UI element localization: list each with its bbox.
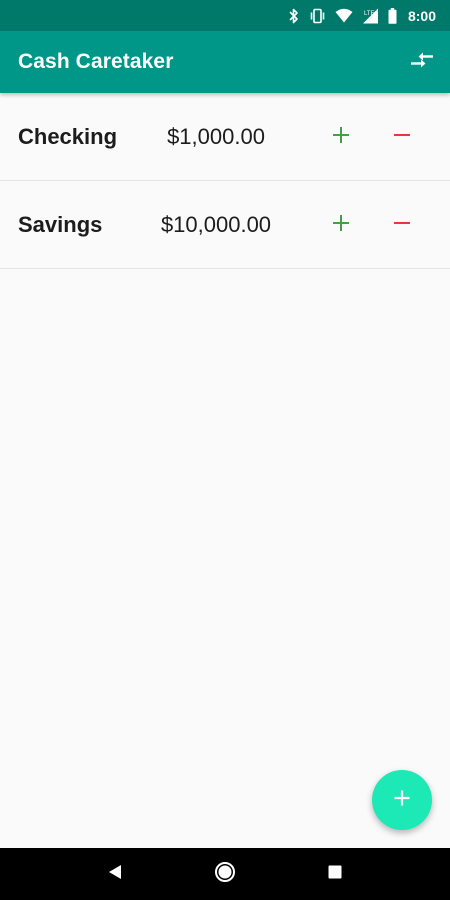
svg-text:LTE: LTE [364, 11, 375, 17]
account-name: Savings [18, 212, 103, 237]
account-list: Checking $1,000.00 Savings $10,000.00 [0, 93, 450, 269]
add-account-button[interactable] [372, 770, 432, 830]
minus-icon [393, 126, 411, 149]
account-name: Checking [18, 124, 118, 149]
withdraw-button[interactable] [382, 205, 422, 245]
app-title: Cash Caretaker [18, 50, 174, 73]
account-row-savings[interactable]: Savings $10,000.00 [0, 181, 450, 269]
bluetooth-icon [288, 8, 300, 24]
vibrate-icon [309, 8, 326, 24]
deposit-button[interactable] [321, 205, 361, 245]
nav-home-button[interactable] [201, 850, 249, 898]
wifi-icon [335, 8, 353, 23]
home-icon [214, 861, 236, 888]
lte-signal-icon: LTE [362, 8, 379, 24]
nav-recents-button[interactable] [311, 850, 359, 898]
minus-icon [393, 214, 411, 237]
swap-icon [410, 50, 434, 75]
account-balance: $1,000.00 [167, 124, 265, 149]
account-row-checking[interactable]: Checking $1,000.00 [0, 93, 450, 181]
account-balance: $10,000.00 [160, 212, 272, 237]
status-bar: LTE 8:00 [0, 0, 450, 31]
plus-icon [332, 214, 350, 237]
status-time: 8:00 [407, 7, 436, 24]
app-bar: Cash Caretaker [0, 31, 450, 93]
recents-icon [328, 865, 342, 884]
nav-back-button[interactable] [91, 850, 139, 898]
back-icon [108, 864, 122, 885]
system-nav-bar [0, 848, 450, 900]
plus-icon [393, 789, 411, 812]
withdraw-button[interactable] [382, 117, 422, 157]
plus-icon [332, 126, 350, 149]
deposit-button[interactable] [321, 117, 361, 157]
battery-icon [388, 7, 397, 24]
swap-button[interactable] [406, 46, 438, 78]
